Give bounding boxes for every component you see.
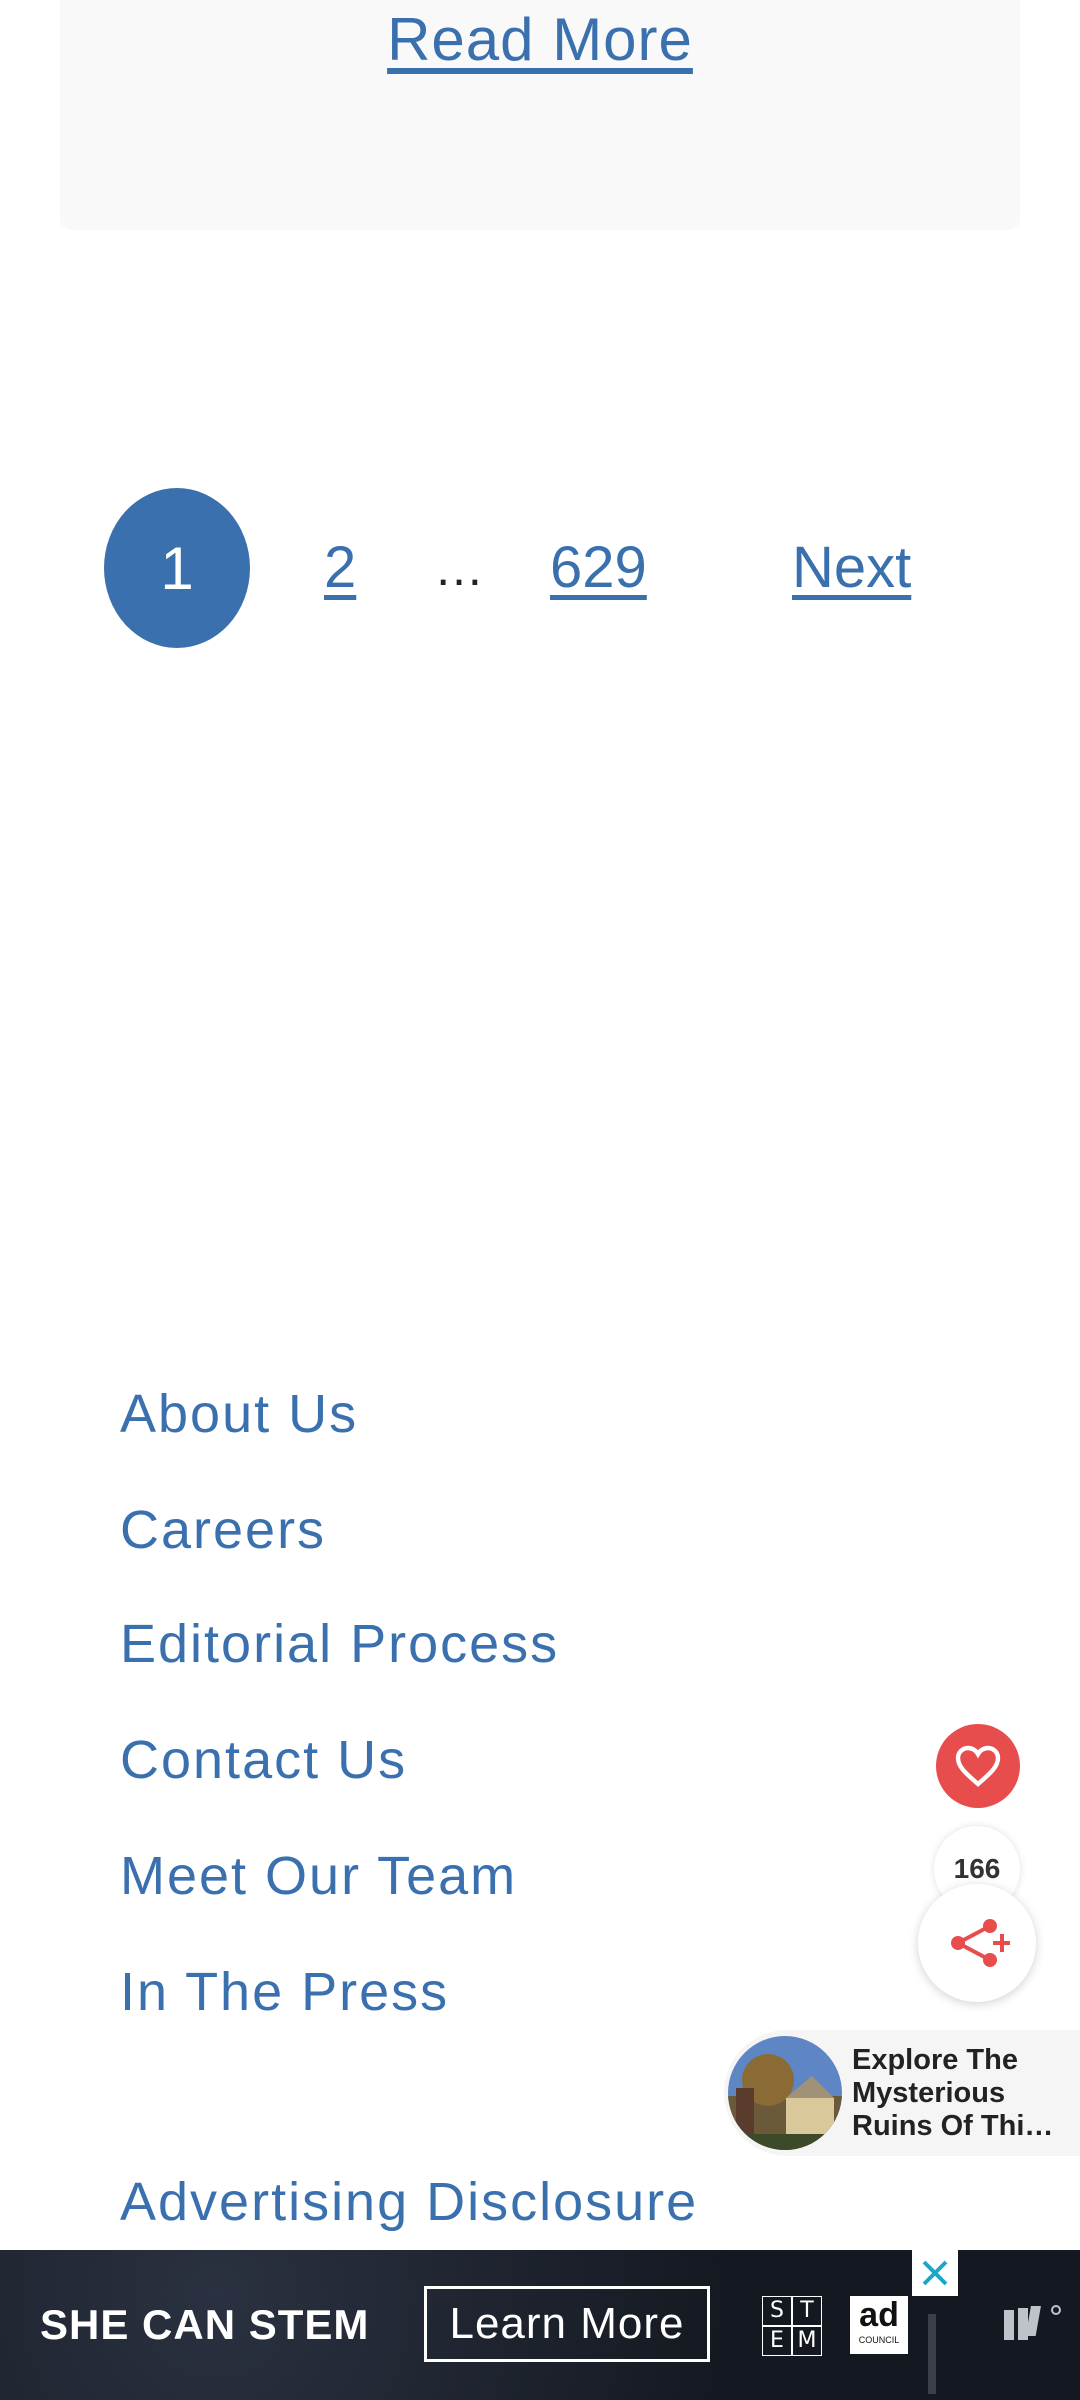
ad-fine-print xyxy=(928,2314,936,2394)
footer-link-contact-us[interactable]: Contact Us xyxy=(120,1720,407,1800)
pagination: 1 2 … 629 Next xyxy=(0,488,1080,648)
stem-logo: S T E M xyxy=(762,2296,822,2356)
promo-thumbnail xyxy=(728,2036,842,2150)
footer-link-advertising-disclosure[interactable]: Advertising Disclosure xyxy=(120,2162,698,2242)
favorite-button[interactable] xyxy=(936,1724,1020,1808)
ad-banner[interactable]: SHE CAN STEM Learn More S T E M ad COUNC… xyxy=(0,2250,1080,2400)
promo-title: Explore The Mysterious Ruins Of Thi… xyxy=(852,2044,1054,2142)
heart-icon xyxy=(955,1745,1001,1787)
adcouncil-logo: ad COUNCIL xyxy=(850,2296,908,2354)
ad-headline: SHE CAN STEM xyxy=(40,2301,370,2348)
next-page-link[interactable]: Next xyxy=(792,488,911,648)
pagination-ellipsis: … xyxy=(434,540,484,596)
footer-link-careers[interactable]: Careers xyxy=(120,1490,326,1570)
footer-link-meet-our-team[interactable]: Meet Our Team xyxy=(120,1836,517,1916)
page-current: 1 xyxy=(104,488,250,648)
page-link-629[interactable]: 629 xyxy=(550,488,647,648)
close-icon xyxy=(922,2260,948,2286)
share-button[interactable] xyxy=(918,1884,1036,2002)
footer-link-editorial-process[interactable]: Editorial Process xyxy=(120,1604,559,1684)
share-icon xyxy=(951,1919,1010,1967)
ad-learn-more-button[interactable]: Learn More xyxy=(424,2286,710,2362)
footer-link-about-us[interactable]: About Us xyxy=(120,1374,358,1454)
ad-network-logo-icon xyxy=(1004,2300,1064,2355)
article-card: Read More xyxy=(60,0,1020,230)
page-link-2[interactable]: 2 xyxy=(324,488,356,648)
promo-widget[interactable]: Explore The Mysterious Ruins Of Thi… xyxy=(724,2030,1080,2156)
ad-close-button[interactable] xyxy=(912,2250,958,2296)
footer-link-in-the-press[interactable]: In The Press xyxy=(120,1952,449,2032)
read-more-link[interactable]: Read More xyxy=(60,0,1020,80)
